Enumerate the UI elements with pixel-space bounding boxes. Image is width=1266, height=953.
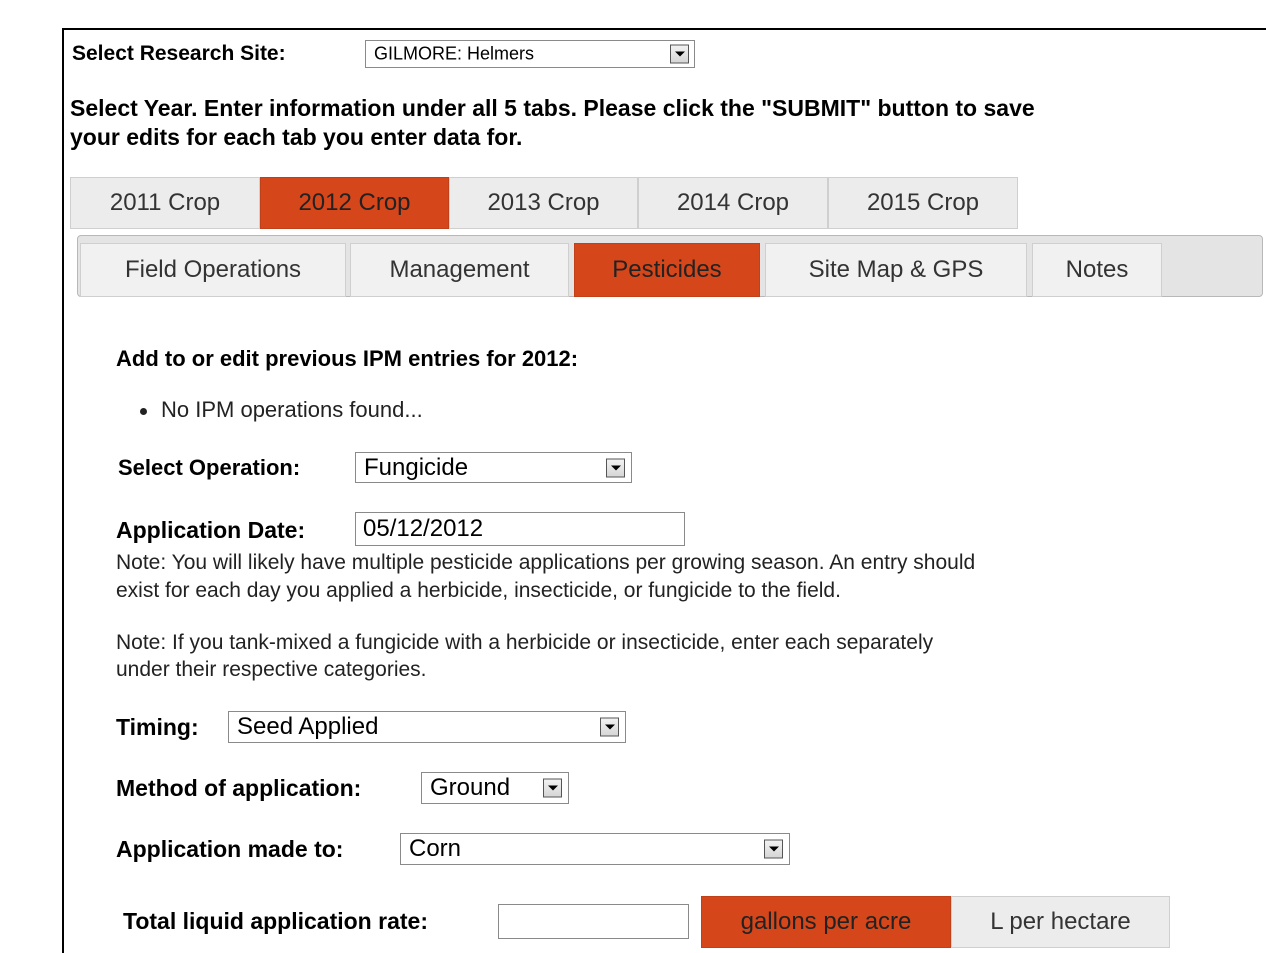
application-date-input[interactable]: 05/12/2012: [355, 512, 685, 546]
tab-label: 2012 Crop: [298, 189, 411, 216]
chevron-down-icon: [606, 458, 625, 477]
tab-label: Notes: [1065, 256, 1129, 283]
instructions-line-1: Select Year. Enter information under all…: [70, 95, 1035, 121]
timing-select-value: Seed Applied: [237, 713, 379, 740]
tab-label: 2013 Crop: [487, 189, 600, 216]
made-to-select[interactable]: Corn: [400, 833, 790, 865]
tab-2012-crop[interactable]: 2012 Crop: [260, 177, 449, 229]
ipm-empty-list-item: No IPM operations found...: [140, 397, 423, 423]
content-frame: [62, 28, 1266, 953]
note-line: under their respective categories.: [116, 658, 427, 681]
made-to-select-value: Corn: [409, 835, 462, 862]
unit-l-per-hectare-button[interactable]: L per hectare: [951, 896, 1170, 948]
liquid-rate-input[interactable]: [498, 904, 689, 939]
unit-label: L per hectare: [990, 908, 1131, 935]
tab-label: Management: [389, 256, 530, 283]
chevron-down-icon: [670, 44, 689, 64]
method-select-value: Ground: [430, 774, 511, 801]
note-line: exist for each day you applied a herbici…: [116, 579, 841, 602]
tab-notes[interactable]: Notes: [1032, 243, 1162, 297]
operation-select-value: Fungicide: [364, 453, 469, 481]
tab-label: 2014 Crop: [676, 189, 790, 216]
timing-label: Timing:: [116, 714, 199, 740]
tab-2011-crop[interactable]: 2011 Crop: [70, 177, 260, 229]
note-line: Note: You will likely have multiple pest…: [116, 551, 976, 574]
method-select[interactable]: Ground: [421, 772, 569, 804]
tab-label: Field Operations: [124, 256, 302, 283]
chevron-down-icon: [543, 778, 562, 798]
tab-management[interactable]: Management: [350, 243, 569, 297]
tab-label: Pesticides: [612, 256, 722, 283]
tab-label: Site Map & GPS: [808, 256, 984, 283]
application-date-label: Application Date:: [116, 517, 306, 543]
tab-2013-crop[interactable]: 2013 Crop: [449, 177, 638, 229]
site-select-value: GILMORE: Helmers: [374, 43, 535, 64]
chevron-down-icon: [764, 839, 783, 859]
tab-2015-crop[interactable]: 2015 Crop: [828, 177, 1018, 229]
tab-pesticides[interactable]: Pesticides: [574, 243, 760, 297]
site-select[interactable]: GILMORE: Helmers: [365, 40, 695, 68]
site-label: Select Research Site:: [72, 42, 286, 65]
tab-field-operations[interactable]: Field Operations: [80, 243, 346, 297]
unit-gallons-per-acre-button[interactable]: gallons per acre: [701, 896, 951, 948]
ipm-empty-message: No IPM operations found...: [161, 397, 423, 422]
operation-select[interactable]: Fungicide: [355, 452, 632, 483]
note-line: Note: If you tank-mixed a fungicide with…: [116, 631, 934, 654]
tab-2014-crop[interactable]: 2014 Crop: [638, 177, 828, 229]
application-date-value: 05/12/2012: [363, 515, 484, 542]
method-label: Method of application:: [116, 775, 362, 801]
made-to-label: Application made to:: [116, 836, 344, 862]
bullet-icon: [140, 407, 147, 415]
unit-label: gallons per acre: [740, 908, 912, 935]
instructions-line-2: your edits for each tab you enter data f…: [70, 124, 523, 150]
operation-label: Select Operation:: [118, 455, 301, 480]
tab-site-map-gps[interactable]: Site Map & GPS: [765, 243, 1027, 297]
tab-label: 2011 Crop: [109, 189, 221, 216]
timing-select[interactable]: Seed Applied: [228, 711, 626, 743]
ipm-heading: Add to or edit previous IPM entries for …: [116, 346, 579, 371]
chevron-down-icon: [600, 717, 619, 737]
liquid-rate-label: Total liquid application rate:: [123, 908, 428, 934]
tab-label: 2015 Crop: [866, 189, 980, 216]
